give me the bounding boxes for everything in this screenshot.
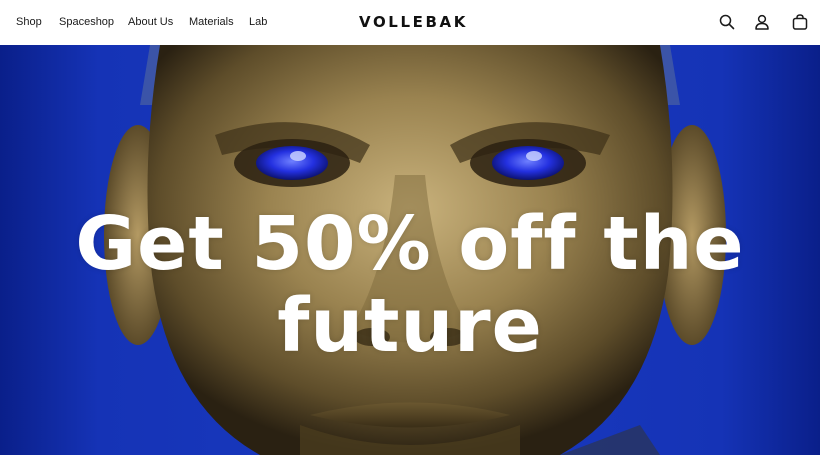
hero-headline: Get 50% off the future <box>0 203 820 367</box>
hero-headline-line-1: Get 50% off the <box>75 201 745 287</box>
search-icon[interactable] <box>718 13 736 31</box>
nav-link-spaceshop[interactable]: Spaceshop <box>59 15 114 29</box>
top-navigation: Shop Spaceshop About Us Materials Lab VO… <box>0 0 820 45</box>
hero-headline-line-2: future <box>277 283 543 369</box>
bag-icon[interactable] <box>791 13 809 31</box>
brand-logo[interactable]: VOLLEBAK <box>359 12 473 32</box>
nav-link-lab[interactable]: Lab <box>249 15 267 29</box>
nav-link-shop[interactable]: Shop <box>16 15 42 29</box>
nav-link-materials[interactable]: Materials <box>189 15 234 29</box>
hero-banner[interactable]: Get 50% off the future <box>0 45 820 455</box>
nav-link-about-us[interactable]: About Us <box>128 15 173 29</box>
account-icon[interactable] <box>753 13 771 31</box>
